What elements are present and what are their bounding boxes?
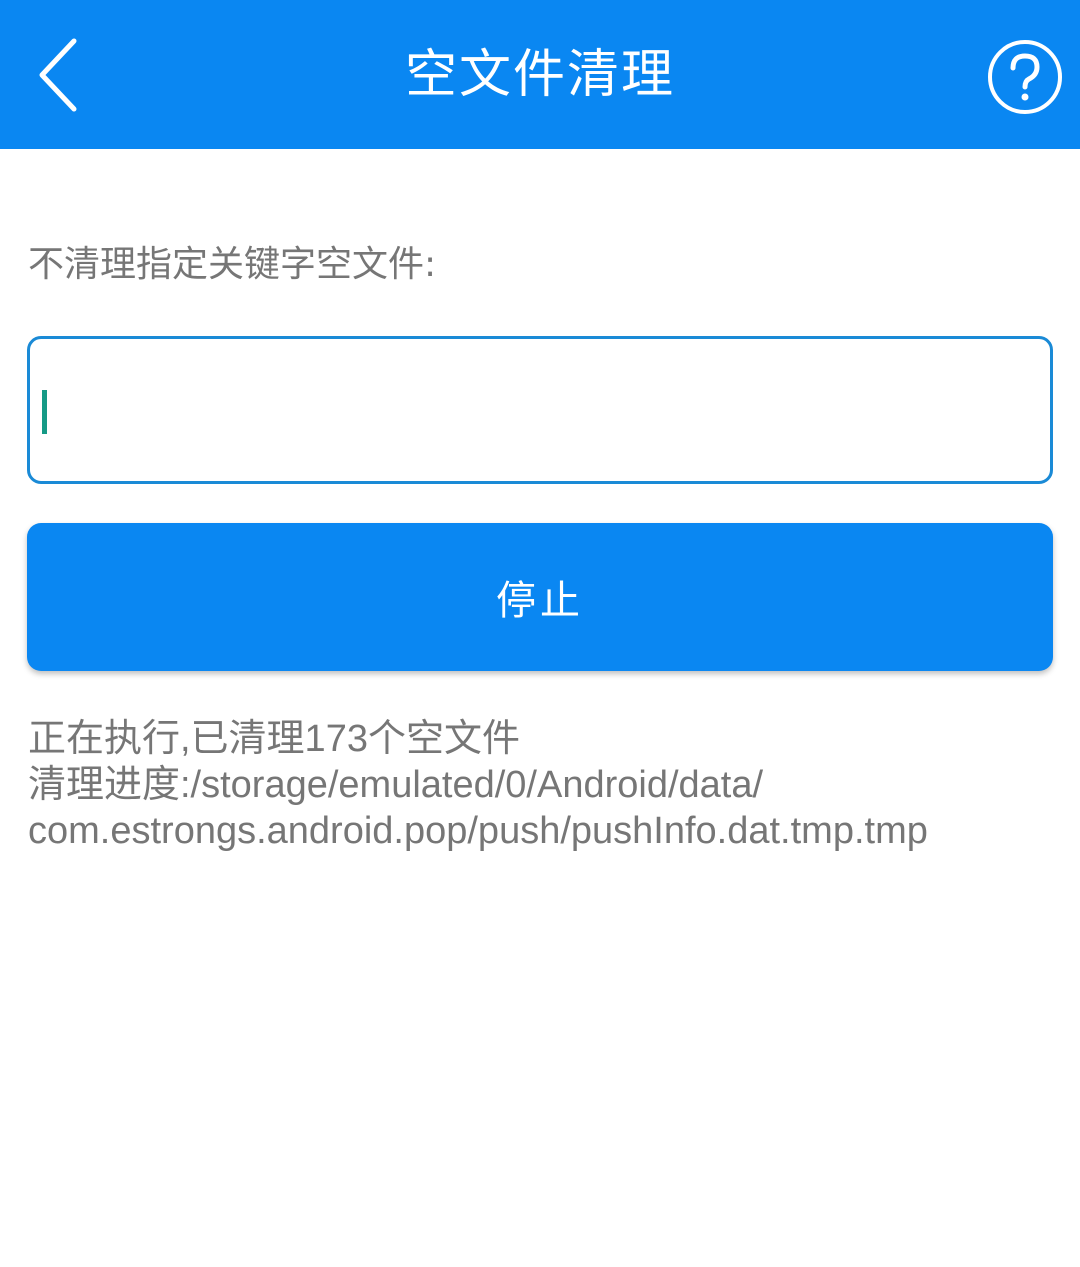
page-title: 空文件清理 bbox=[404, 45, 675, 105]
status-line-path: 清理进度:/storage/emulated/0/Android/data/ bbox=[28, 764, 764, 806]
status-line-path-continued: com.estrongs.android.pop/push/pushInfo.d… bbox=[28, 810, 928, 852]
keyword-input[interactable] bbox=[58, 339, 1018, 481]
app-header: 空文件清理 bbox=[0, 0, 1080, 149]
back-button[interactable] bbox=[24, 30, 94, 120]
status-line-count: 正在执行,已清理173个空文件 bbox=[28, 718, 520, 760]
text-cursor bbox=[42, 390, 47, 434]
app-screen: 空文件清理 不清理指定关键字空文件: 停止 正在执行,已清理173个空文件 清理… bbox=[0, 0, 1080, 1267]
question-circle-icon bbox=[988, 40, 1062, 114]
help-button[interactable] bbox=[986, 38, 1064, 116]
progress-status: 正在执行,已清理173个空文件 清理进度:/storage/emulated/0… bbox=[28, 716, 1068, 854]
keyword-input-box[interactable] bbox=[27, 336, 1053, 484]
exclude-keyword-label: 不清理指定关键字空文件: bbox=[28, 244, 437, 285]
stop-button[interactable]: 停止 bbox=[27, 523, 1053, 671]
chevron-left-icon bbox=[39, 38, 77, 112]
